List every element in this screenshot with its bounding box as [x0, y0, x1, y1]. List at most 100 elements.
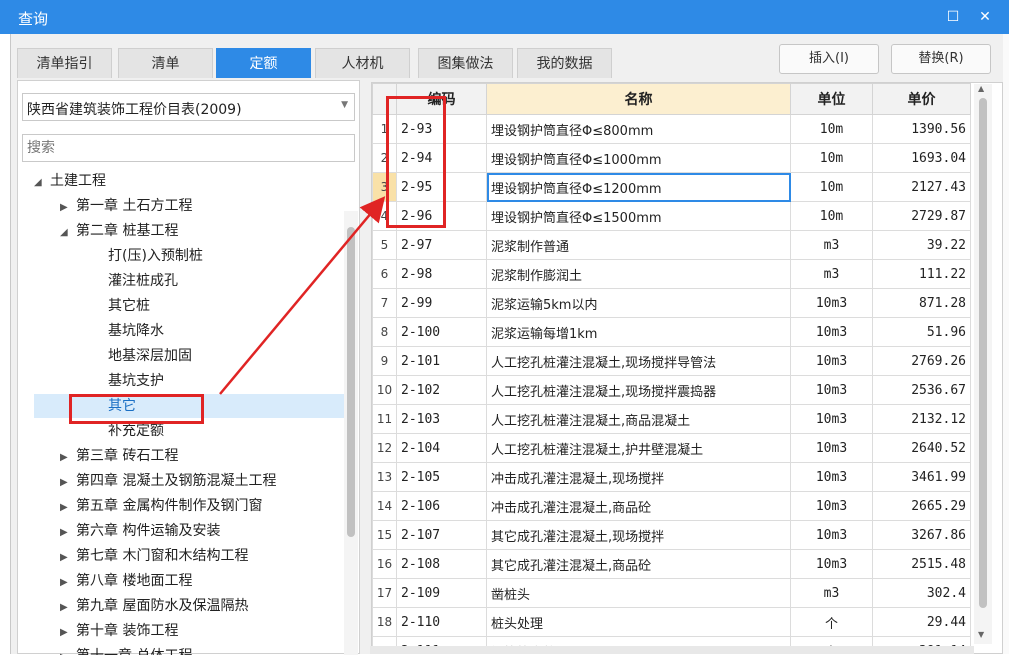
unit-cell[interactable]: 个 [790, 607, 873, 637]
table-row[interactable]: 12 2-104 人工挖孔桩灌注混凝土,护井壁混凝土 10m3 2640.52 [372, 433, 971, 463]
name-cell[interactable]: 泥浆运输每增1km [486, 317, 791, 347]
table-row[interactable]: 4 2-96 埋设钢护筒直径Φ≤1500mm 10m 2729.87 [372, 201, 971, 231]
tab-quota[interactable]: 定额 [216, 48, 311, 78]
table-row[interactable]: 10 2-102 人工挖孔桩灌注混凝土,现场搅拌震捣器 10m3 2536.67 [372, 375, 971, 405]
price-cell[interactable]: 2132.12 [872, 404, 971, 434]
tree-item[interactable]: ◢ 土建工程 [34, 169, 106, 193]
name-cell[interactable]: 其它成孔灌注混凝土,现场搅拌 [486, 520, 791, 550]
expand-arrow-icon[interactable]: ▶ [60, 546, 76, 570]
code-cell[interactable]: 2-102 [396, 375, 487, 405]
tree-item[interactable]: ◢ 第二章 桩基工程 [60, 219, 178, 243]
search-input[interactable] [22, 134, 355, 162]
tab-labor-material[interactable]: 人材机 [315, 48, 410, 78]
table-row[interactable]: 11 2-103 人工挖孔桩灌注混凝土,商品混凝土 10m3 2132.12 [372, 404, 971, 434]
code-cell[interactable]: 2-105 [396, 462, 487, 492]
tree-item[interactable]: ▶ 第三章 砖石工程 [60, 444, 178, 468]
row-number-cell[interactable]: 15 [372, 520, 397, 550]
tree-item[interactable]: ▶ 第四章 混凝土及钢筋混凝土工程 [60, 469, 276, 493]
name-cell[interactable]: 其它成孔灌注混凝土,商品砼 [486, 549, 791, 579]
tab-my-data[interactable]: 我的数据 [517, 48, 612, 78]
code-cell[interactable]: 2-98 [396, 259, 487, 289]
expand-arrow-icon[interactable]: ▶ [60, 596, 76, 620]
tree-item[interactable]: ▶ 第一章 土石方工程 [60, 194, 192, 218]
replace-button[interactable]: 替换(R) [891, 44, 991, 74]
column-header-price[interactable]: 单价 [872, 83, 971, 115]
column-header-name[interactable]: 名称 [486, 83, 791, 115]
tree-item[interactable]: 打(压)入预制桩 [108, 244, 203, 268]
scroll-up-icon[interactable]: ▲ [978, 84, 984, 93]
unit-cell[interactable]: 10m3 [790, 375, 873, 405]
expand-arrow-icon[interactable]: ▶ [60, 496, 76, 520]
collapse-arrow-icon[interactable]: ◢ [60, 221, 76, 245]
code-cell[interactable]: 2-110 [396, 607, 487, 637]
tab-bill-guide[interactable]: 清单指引 [17, 48, 112, 78]
table-row[interactable]: 1 2-93 埋设钢护筒直径Φ≤800mm 10m 1390.56 [372, 114, 971, 144]
price-cell[interactable]: 2665.29 [872, 491, 971, 521]
unit-cell[interactable]: m3 [790, 578, 873, 608]
expand-arrow-icon[interactable]: ▶ [60, 571, 76, 595]
tree-item[interactable]: 地基深层加固 [108, 344, 192, 368]
unit-cell[interactable]: 10m3 [790, 404, 873, 434]
code-cell[interactable]: 2-97 [396, 230, 487, 260]
row-number-cell[interactable]: 7 [372, 288, 397, 318]
tree-item[interactable]: 基坑降水 [108, 319, 164, 343]
price-cell[interactable]: 302.4 [872, 578, 971, 608]
unit-cell[interactable]: 10m3 [790, 288, 873, 318]
name-cell[interactable]: 泥浆运输5km以内 [486, 288, 791, 318]
price-cell[interactable]: 29.44 [872, 607, 971, 637]
table-row[interactable]: 13 2-105 冲击成孔灌注混凝土,现场搅拌 10m3 3461.99 [372, 462, 971, 492]
code-cell[interactable]: 2-104 [396, 433, 487, 463]
row-number-cell[interactable]: 18 [372, 607, 397, 637]
expand-arrow-icon[interactable]: ▶ [60, 471, 76, 495]
price-cell[interactable]: 2729.87 [872, 201, 971, 231]
name-cell[interactable]: 埋设钢护筒直径Φ≤1500mm [486, 201, 791, 231]
tab-atlas[interactable]: 图集做法 [418, 48, 513, 78]
expand-arrow-icon[interactable]: ▶ [60, 446, 76, 470]
row-number-cell[interactable]: 12 [372, 433, 397, 463]
library-select[interactable]: 陕西省建筑装饰工程价目表(2009) ▼ [22, 93, 355, 121]
horizontal-scrollbar[interactable] [370, 646, 974, 654]
unit-cell[interactable]: 10m3 [790, 520, 873, 550]
name-cell[interactable]: 埋设钢护筒直径Φ≤800mm [486, 114, 791, 144]
row-number-cell[interactable]: 8 [372, 317, 397, 347]
table-row[interactable]: 9 2-101 人工挖孔桩灌注混凝土,现场搅拌导管法 10m3 2769.26 [372, 346, 971, 376]
name-cell[interactable]: 泥浆制作普通 [486, 230, 791, 260]
code-cell[interactable]: 2-99 [396, 288, 487, 318]
tree-item[interactable]: ▶ 第九章 屋面防水及保温隔热 [60, 594, 248, 618]
unit-cell[interactable]: 10m3 [790, 317, 873, 347]
tree-item[interactable]: ▶ 第五章 金属构件制作及钢门窗 [60, 494, 262, 518]
scroll-down-icon[interactable]: ▼ [978, 630, 984, 639]
price-cell[interactable]: 39.22 [872, 230, 971, 260]
name-cell[interactable]: 埋设钢护筒直径Φ≤1200mm [486, 172, 791, 202]
tree-item[interactable]: 基坑支护 [108, 369, 164, 393]
price-cell[interactable]: 111.22 [872, 259, 971, 289]
price-cell[interactable]: 2536.67 [872, 375, 971, 405]
name-cell[interactable]: 人工挖孔桩灌注混凝土,现场搅拌震捣器 [486, 375, 791, 405]
maximize-icon[interactable]: ☐ [942, 6, 964, 28]
price-cell[interactable]: 1693.04 [872, 143, 971, 173]
code-cell[interactable]: 2-103 [396, 404, 487, 434]
row-number-cell[interactable]: 14 [372, 491, 397, 521]
table-row[interactable]: 16 2-108 其它成孔灌注混凝土,商品砼 10m3 2515.48 [372, 549, 971, 579]
unit-cell[interactable]: 10m3 [790, 462, 873, 492]
unit-cell[interactable]: 10m3 [790, 491, 873, 521]
unit-cell[interactable]: 10m3 [790, 549, 873, 579]
tree-item[interactable]: ▶ 第八章 楼地面工程 [60, 569, 192, 593]
name-cell[interactable]: 凿桩头 [486, 578, 791, 608]
unit-cell[interactable]: 10m3 [790, 346, 873, 376]
tree-scroll-thumb[interactable] [347, 227, 355, 537]
tree-item[interactable]: 其它桩 [108, 294, 150, 318]
row-number-cell[interactable]: 10 [372, 375, 397, 405]
expand-arrow-icon[interactable]: ▶ [60, 521, 76, 545]
unit-cell[interactable]: 10m3 [790, 433, 873, 463]
price-cell[interactable]: 3461.99 [872, 462, 971, 492]
code-cell[interactable]: 2-108 [396, 549, 487, 579]
table-row[interactable]: 18 2-110 桩头处理个 29.44 [372, 607, 971, 637]
column-header-unit[interactable]: 单位 [790, 83, 873, 115]
table-row[interactable]: 2 2-94 埋设钢护筒直径Φ≤1000mm 10m 1693.04 [372, 143, 971, 173]
price-cell[interactable]: 3267.86 [872, 520, 971, 550]
unit-cell[interactable]: 10m [790, 143, 873, 173]
unit-cell[interactable]: 10m [790, 114, 873, 144]
unit-cell[interactable]: 10m [790, 201, 873, 231]
name-cell[interactable]: 人工挖孔桩灌注混凝土,商品混凝土 [486, 404, 791, 434]
